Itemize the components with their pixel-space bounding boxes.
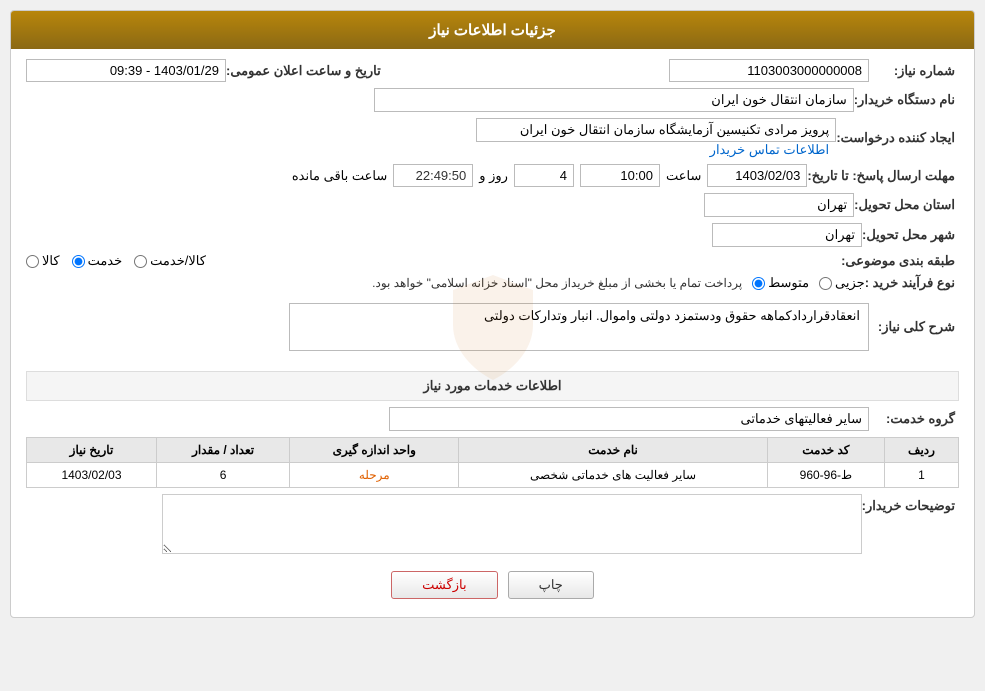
card-body: شماره نیاز: 1103003000000008 تاریخ و ساع… [11,49,974,617]
services-table: ردیف کد خدمت نام خدمت واحد اندازه گیری ت… [26,437,959,488]
cell-name: سایر فعالیت های خدماتی شخصی [459,463,768,488]
ijad-wrap: پرویز مرادی تکنیسین آزمایشگاه سازمان انت… [26,118,836,158]
mohlat-baqi-label: ساعت باقی مانده [292,168,387,184]
row-group: گروه خدمت: سایر فعالیتهای خدماتی [26,407,959,431]
col-name: نام خدمت [459,438,768,463]
main-card: جزئیات اطلاعات نیاز شماره نیاز: 11030030… [10,10,975,618]
noe-jozi-item[interactable]: جزیی [819,275,865,291]
col-radif: ردیف [884,438,958,463]
noe-farayand-label: نوع فرآیند خرید : [865,275,959,291]
mohlat-saat-label: ساعت [666,168,701,184]
mohlat-wrap: 1403/02/03 ساعت 10:00 4 روز و 22:49:50 س… [26,164,807,187]
group-wrap: سایر فعالیتهای خدماتی [26,407,869,431]
tabaqe-kala-khedmat-radio[interactable] [134,255,147,268]
noe-farayand-note: پرداخت تمام یا بخشی از مبلغ خریداز محل "… [372,276,742,290]
cell-tarikh: 1403/02/03 [27,463,157,488]
services-table-body: 1 ط-96-960 سایر فعالیت های خدماتی شخصی م… [27,463,959,488]
services-section-title: اطلاعات خدمات مورد نیاز [26,371,959,401]
name-dastgah-label: نام دستگاه خریدار: [854,92,959,108]
row-shomara: شماره نیاز: 1103003000000008 تاریخ و ساع… [26,59,959,82]
tabaqe-kala-radio[interactable] [26,255,39,268]
mohlat-rooz-input[interactable]: 4 [514,164,574,187]
table-row: 1 ط-96-960 سایر فعالیت های خدماتی شخصی م… [27,463,959,488]
shomara-niaz-input[interactable]: 1103003000000008 [669,59,869,82]
noe-motevaset-radio[interactable] [752,277,765,290]
row-ostan: استان محل تحویل: تهران [26,193,959,217]
noe-farayand-wrap: جزیی متوسط پرداخت تمام یا بخشی از مبلغ خ… [26,275,865,291]
cell-radif: 1 [884,463,958,488]
tabaqe-khedmat-radio[interactable] [72,255,85,268]
shomara-niaz-label: شماره نیاز: [869,63,959,79]
row-tabaqe: طبقه بندی موضوعی: کالا خدمت کالا/خدمت [26,253,959,269]
name-dastgah-wrap: سازمان انتقال خون ایران [26,88,854,112]
group-input[interactable]: سایر فعالیتهای خدماتی [389,407,869,431]
tabaqe-khedmat-item[interactable]: خدمت [72,253,123,269]
ijad-label: ایجاد کننده درخواست: [836,130,959,146]
row-shahr: شهر محل تحویل: تهران [26,223,959,247]
page-wrapper: جزئیات اطلاعات نیاز شماره نیاز: 11030030… [0,0,985,691]
cell-kod: ط-96-960 [767,463,884,488]
tabaqe-label: طبقه بندی موضوعی: [841,253,959,269]
sharh-label: شرح کلی نیاز: [869,319,959,335]
shahr-wrap: تهران [26,223,862,247]
noe-motevaset-label: متوسط [768,275,809,291]
mohlat-saat-input[interactable]: 10:00 [580,164,660,187]
row-ijad: ایجاد کننده درخواست: پرویز مرادی تکنیسین… [26,118,959,158]
tabaqe-kala-khedmat-label: کالا/خدمت [150,253,206,269]
noe-jozi-radio[interactable] [819,277,832,290]
shahr-label: شهر محل تحویل: [862,227,959,243]
row-mohlat: مهلت ارسال پاسخ: تا تاریخ: 1403/02/03 سا… [26,164,959,187]
group-label: گروه خدمت: [869,411,959,427]
mohlat-countdown[interactable]: 22:49:50 [393,164,473,187]
tabaqe-radio-group: کالا خدمت کالا/خدمت [26,253,841,269]
ostan-wrap: تهران [26,193,854,217]
toozihat-textarea[interactable] [162,494,862,554]
sharh-section: شرح کلی نیاز: انعقادقراردادکماهه حقوق ود… [26,299,959,361]
col-vahed: واحد اندازه گیری [290,438,459,463]
ostan-label: استان محل تحویل: [854,197,959,213]
tarikh-elan-input[interactable]: 1403/01/29 - 09:39 [26,59,226,82]
noe-jozi-label: جزیی [835,275,865,291]
tabaqe-kala-khedmat-item[interactable]: کالا/خدمت [134,253,206,269]
cell-vahed: مرحله [290,463,459,488]
ijad-input[interactable]: پرویز مرادی تکنیسین آزمایشگاه سازمان انت… [476,118,836,142]
etelaat-link[interactable]: اطلاعات تماس خریدار [710,142,829,157]
shomara-niaz-wrap: 1103003000000008 [401,59,869,82]
button-row: چاپ بازگشت [26,571,959,599]
col-tarikh: تاریخ نیاز [27,438,157,463]
row-name-dastgah: نام دستگاه خریدار: سازمان انتقال خون ایر… [26,88,959,112]
ostan-input[interactable]: تهران [704,193,854,217]
shahr-input[interactable]: تهران [712,223,862,247]
sharh-wrap: انعقادقراردادکماهه حقوق ودستمزد دولتی وا… [26,303,869,351]
cell-tedad: 6 [156,463,289,488]
noe-motevaset-item[interactable]: متوسط [752,275,809,291]
toozihat-wrap [26,494,862,557]
card-header: جزئیات اطلاعات نیاز [11,11,974,49]
row-sharh: شرح کلی نیاز: انعقادقراردادکماهه حقوق ود… [26,303,959,351]
page-title: جزئیات اطلاعات نیاز [429,22,556,39]
col-kod: کد خدمت [767,438,884,463]
tarikh-elan-label: تاریخ و ساعت اعلان عمومی: [226,63,401,79]
sharh-input[interactable]: انعقادقراردادکماهه حقوق ودستمزد دولتی وا… [289,303,869,351]
tarikh-elan-wrap: 1403/01/29 - 09:39 [26,59,226,82]
tabaqe-kala-label: کالا [42,253,60,269]
tabaqe-kala-item[interactable]: کالا [26,253,60,269]
name-dastgah-input[interactable]: سازمان انتقال خون ایران [374,88,854,112]
table-header-row: ردیف کد خدمت نام خدمت واحد اندازه گیری ت… [27,438,959,463]
print-button[interactable]: چاپ [508,571,594,599]
col-tedad: تعداد / مقدار [156,438,289,463]
mohlat-label: مهلت ارسال پاسخ: تا تاریخ: [807,168,959,184]
mohlat-rooz-label: روز و [479,168,508,184]
toozihat-label: توضیحات خریدار: [862,494,959,514]
services-table-head: ردیف کد خدمت نام خدمت واحد اندازه گیری ت… [27,438,959,463]
mohlat-date-input[interactable]: 1403/02/03 [707,164,807,187]
tabaqe-khedmat-label: خدمت [88,253,123,269]
row-toozihat: توضیحات خریدار: [26,494,959,557]
row-noe-farayand: نوع فرآیند خرید : جزیی متوسط پرداخت تمام… [26,275,959,291]
back-button[interactable]: بازگشت [391,571,497,599]
